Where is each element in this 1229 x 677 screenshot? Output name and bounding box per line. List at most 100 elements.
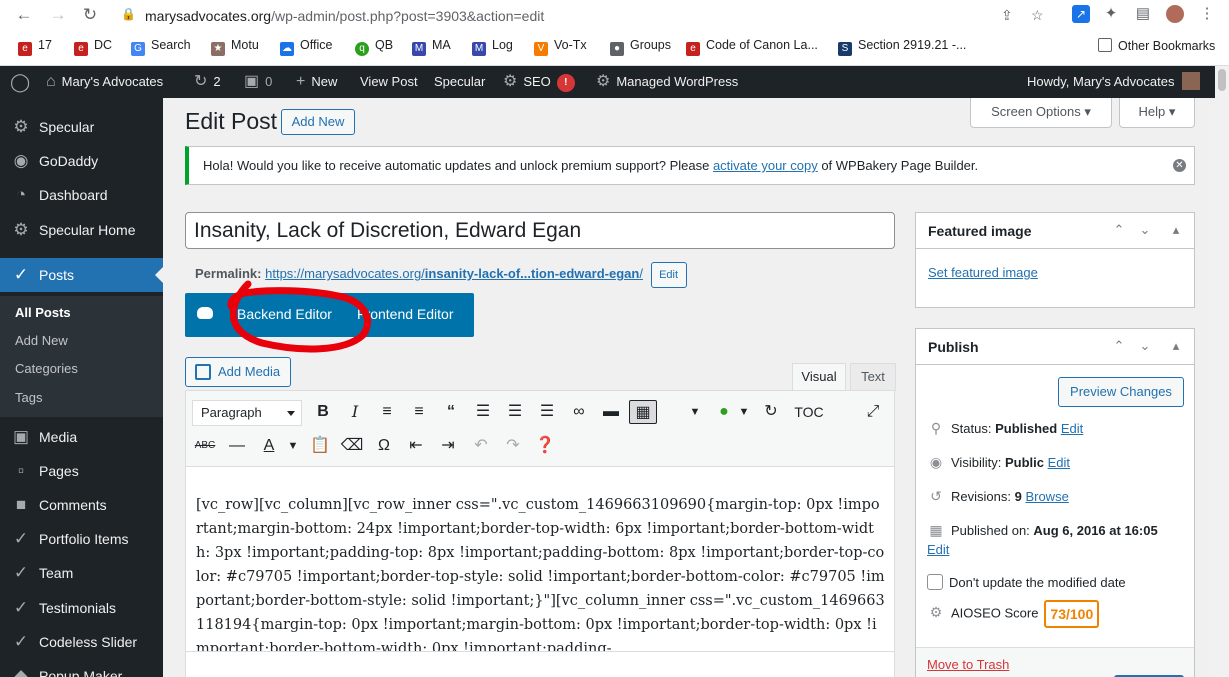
fullscreen-icon[interactable]: ⤢ — [861, 400, 885, 424]
bookmark-log[interactable]: M Log — [472, 38, 513, 56]
help-icon[interactable]: ❓ — [533, 434, 557, 458]
menu-kebab-icon[interactable]: ⋮ — [1198, 5, 1216, 23]
submenu-add-new[interactable]: Add New — [15, 331, 68, 351]
toggle-panel-icon[interactable]: ▴ — [1167, 221, 1185, 239]
submenu-all-posts[interactable]: All Posts — [15, 303, 71, 323]
browse-revisions-link[interactable]: Browse — [1025, 489, 1068, 504]
bookmark-canon-law[interactable]: e Code of Canon La... — [686, 38, 818, 56]
sidebar-item-team[interactable]: ✓ Team — [0, 556, 163, 590]
tab-text[interactable]: Text — [850, 363, 896, 391]
frontend-editor-button[interactable]: Frontend Editor — [357, 306, 461, 322]
numbered-list-icon[interactable]: ≡ — [407, 400, 431, 424]
seo-link[interactable]: ⚙ SEO! — [503, 66, 575, 98]
view-post-link[interactable]: View Post — [360, 66, 418, 98]
back-icon[interactable]: ← — [14, 5, 34, 25]
chevron-up-icon[interactable]: ⌃ — [1110, 221, 1128, 239]
howdy-account-menu[interactable]: Howdy, Mary's Advocates — [1027, 66, 1201, 98]
comments-link[interactable]: ▣ 0 — [244, 66, 272, 98]
toc-button[interactable]: TOC — [792, 400, 826, 424]
managed-wordpress-link[interactable]: ⚙ Managed WordPress — [596, 66, 738, 98]
dont-update-checkbox[interactable] — [927, 574, 943, 590]
permalink-url[interactable]: https://marysadvocates.org/insanity-lack… — [265, 266, 643, 281]
clear-formatting-icon[interactable]: ⌫ — [340, 434, 364, 458]
submenu-categories[interactable]: Categories — [15, 359, 78, 379]
reload-icon[interactable]: ↻ — [80, 5, 100, 25]
screen-options-button[interactable]: Screen Options ▾ — [970, 98, 1112, 128]
horizontal-rule-icon[interactable]: — — [225, 434, 249, 458]
post-title-input[interactable]: Insanity, Lack of Discretion, Edward Ega… — [185, 212, 895, 249]
italic-icon[interactable]: I — [343, 400, 367, 424]
wordpress-logo-icon[interactable]: ◯ — [10, 66, 36, 98]
caret-down-icon[interactable]: ▼ — [683, 400, 707, 424]
close-icon[interactable]: ✕ — [1173, 159, 1186, 172]
specular-link[interactable]: Specular — [434, 66, 485, 98]
toggle-panel-icon[interactable]: ▴ — [1167, 337, 1185, 355]
bookmark-motu[interactable]: ★ Motu — [211, 38, 259, 56]
outdent-icon[interactable]: ⇤ — [404, 434, 428, 458]
chevron-down-icon[interactable]: ⌄ — [1136, 337, 1154, 355]
undo-icon[interactable]: ↶ — [469, 434, 493, 458]
share-icon[interactable]: ⇪ — [1001, 7, 1013, 24]
dont-update-row[interactable]: Don't update the modified date — [927, 574, 1126, 590]
updates-link[interactable]: ↻ 2 — [194, 66, 221, 98]
puzzle-icon[interactable]: ✦ — [1102, 5, 1120, 23]
page-scrollbar[interactable] — [1215, 66, 1229, 677]
sidebar-item-specular[interactable]: ⚙ Specular — [0, 110, 163, 144]
sidebar-item-media[interactable]: ▣ Media — [0, 420, 163, 454]
forward-icon[interactable]: → — [48, 5, 68, 25]
sidebar-item-codeless-slider[interactable]: ✓ Codeless Slider — [0, 625, 163, 659]
published-on-edit-link[interactable]: Edit — [927, 542, 949, 557]
bookmark-vo-tx[interactable]: V Vo-Tx — [534, 38, 587, 56]
bookmark-ma[interactable]: M MA — [412, 38, 451, 56]
move-to-trash-link[interactable]: Move to Trash — [927, 657, 1009, 672]
bold-icon[interactable]: B — [311, 400, 335, 424]
read-more-icon[interactable]: ▬ — [599, 400, 623, 424]
add-media-button[interactable]: Add Media — [185, 357, 291, 387]
bookmark-dc[interactable]: e DC — [74, 38, 112, 56]
activate-copy-link[interactable]: activate your copy — [713, 158, 818, 173]
set-featured-image-link[interactable]: Set featured image — [928, 265, 1038, 280]
bullet-list-icon[interactable]: ≡ — [375, 400, 399, 424]
align-left-icon[interactable]: ☰ — [471, 400, 495, 424]
align-right-icon[interactable]: ☰ — [535, 400, 559, 424]
sidebar-item-specular-home[interactable]: ⚙ Specular Home — [0, 213, 163, 247]
profile-avatar[interactable] — [1166, 5, 1184, 23]
format-select[interactable]: Paragraph — [192, 400, 302, 426]
sidebar-item-portfolio-items[interactable]: ✓ Portfolio Items — [0, 522, 163, 556]
sidebar-item-godaddy[interactable]: ◉ GoDaddy — [0, 144, 163, 178]
add-new-post-button[interactable]: Add New — [281, 109, 355, 135]
help-button[interactable]: Help ▾ — [1119, 98, 1195, 128]
toolbar-toggle-icon[interactable]: ▦ — [629, 400, 657, 424]
bookmark-qb[interactable]: q QB — [355, 38, 393, 56]
tab-visual[interactable]: Visual — [792, 363, 846, 391]
special-character-icon[interactable]: Ω — [372, 434, 396, 458]
redo-icon[interactable]: ↷ — [501, 434, 525, 458]
editor-content[interactable]: [vc_row][vc_column][vc_row_inner css=".v… — [196, 493, 886, 661]
align-center-icon[interactable]: ☰ — [503, 400, 527, 424]
bookmark-search[interactable]: G Search — [131, 38, 191, 56]
bookmark-17[interactable]: e 17 — [18, 38, 52, 56]
other-bookmarks[interactable]: Other Bookmarks — [1098, 38, 1215, 56]
bookmark-groups[interactable]: ● Groups — [610, 38, 671, 56]
bookmark-section-2919[interactable]: S Section 2919.21 -... — [838, 38, 966, 56]
preview-changes-button[interactable]: Preview Changes — [1058, 377, 1184, 407]
permalink-edit-button[interactable]: Edit — [650, 262, 687, 288]
scrollbar-thumb[interactable] — [1218, 69, 1226, 91]
sidebar-item-popup-maker[interactable]: ◆ Popup Maker — [0, 659, 163, 677]
sidepanel-icon[interactable]: ▤ — [1134, 5, 1152, 23]
sidebar-item-posts[interactable]: ✓ Posts — [0, 258, 163, 292]
submenu-tags[interactable]: Tags — [15, 388, 42, 408]
visibility-edit-link[interactable]: Edit — [1048, 455, 1070, 470]
new-content-link[interactable]: + New — [296, 66, 337, 98]
strikethrough-icon[interactable]: ABC — [193, 434, 217, 458]
refresh-icon[interactable]: ↻ — [759, 400, 783, 424]
indent-icon[interactable]: ⇥ — [436, 434, 460, 458]
link-icon[interactable]: ∞ — [567, 400, 591, 424]
text-color-icon[interactable]: A — [257, 434, 281, 458]
bookmark-star-icon[interactable]: ☆ — [1031, 7, 1044, 24]
caret-down-icon[interactable]: ▼ — [281, 434, 305, 458]
site-name-link[interactable]: ⌂ Mary's Advocates — [46, 66, 163, 98]
extension-blue-icon[interactable]: ↗ — [1072, 5, 1090, 23]
sidebar-item-pages[interactable]: ▫ Pages — [0, 454, 163, 488]
backend-editor-button[interactable]: Backend Editor — [237, 306, 332, 322]
